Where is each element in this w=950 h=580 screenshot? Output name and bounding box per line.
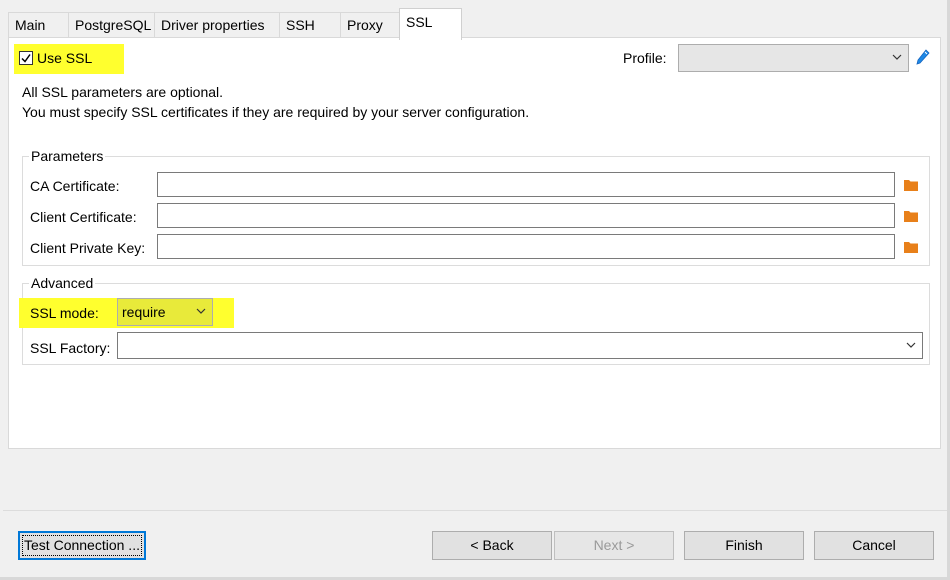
parameters-title: Parameters bbox=[29, 148, 106, 164]
chevron-down-icon bbox=[892, 54, 902, 60]
tab-driver-properties[interactable]: Driver properties bbox=[154, 12, 280, 39]
ca-certificate-label: CA Certificate: bbox=[30, 178, 120, 194]
finish-label: Finish bbox=[725, 537, 763, 553]
tab-driver-properties-label: Driver properties bbox=[161, 17, 265, 33]
ca-certificate-input[interactable] bbox=[157, 172, 895, 197]
ssl-mode-label: SSL mode: bbox=[30, 305, 99, 321]
finish-button[interactable]: Finish bbox=[684, 531, 804, 560]
next-label: Next > bbox=[593, 537, 635, 553]
advanced-title: Advanced bbox=[29, 275, 96, 291]
pencil-icon[interactable] bbox=[915, 48, 931, 66]
chevron-down-icon bbox=[906, 342, 916, 348]
use-ssl-checkbox[interactable] bbox=[19, 51, 33, 65]
ssl-factory-label: SSL Factory: bbox=[30, 340, 111, 356]
profile-combo[interactable] bbox=[678, 44, 909, 72]
back-label: < Back bbox=[470, 537, 514, 553]
advanced-group: Advanced SSL mode: require SSL Factory: bbox=[19, 275, 930, 365]
button-bar-separator bbox=[3, 510, 947, 511]
ssl-mode-select[interactable]: require bbox=[117, 298, 213, 326]
back-button[interactable]: < Back bbox=[432, 531, 552, 560]
tab-proxy[interactable]: Proxy bbox=[340, 12, 400, 39]
ssl-mode-value: require bbox=[122, 304, 166, 320]
tab-proxy-label: Proxy bbox=[347, 17, 383, 33]
client-certificate-label: Client Certificate: bbox=[30, 209, 137, 225]
tab-postgresql-label: PostgreSQL bbox=[75, 17, 152, 33]
client-private-key-input[interactable] bbox=[157, 234, 895, 259]
next-button[interactable]: Next > bbox=[554, 531, 674, 560]
focus-ring bbox=[22, 535, 142, 556]
ssl-panel: Use SSL Profile: All SSL parameters are … bbox=[8, 37, 941, 449]
tab-main-label: Main bbox=[15, 17, 46, 33]
cancel-button[interactable]: Cancel bbox=[814, 531, 934, 560]
test-connection-button[interactable]: Test Connection ... bbox=[18, 531, 146, 560]
chevron-down-icon bbox=[196, 308, 206, 314]
tab-postgresql[interactable]: PostgreSQL bbox=[68, 12, 155, 39]
tab-main[interactable]: Main bbox=[8, 12, 69, 39]
client-private-key-label: Client Private Key: bbox=[30, 240, 146, 256]
folder-icon[interactable] bbox=[903, 240, 919, 254]
use-ssl-label: Use SSL bbox=[37, 50, 93, 66]
parameters-group: Parameters CA Certificate: Client Certif… bbox=[22, 148, 930, 266]
profile-label: Profile: bbox=[623, 50, 667, 66]
folder-icon[interactable] bbox=[903, 178, 919, 192]
tab-ssh[interactable]: SSH bbox=[279, 12, 341, 39]
client-certificate-input[interactable] bbox=[157, 203, 895, 228]
cancel-label: Cancel bbox=[852, 537, 896, 553]
tab-ssh-label: SSH bbox=[286, 17, 315, 33]
info-line-1: All SSL parameters are optional. bbox=[22, 84, 224, 100]
ssl-factory-select[interactable] bbox=[117, 332, 923, 359]
tab-ssl[interactable]: SSL bbox=[399, 8, 462, 40]
folder-icon[interactable] bbox=[903, 209, 919, 223]
tab-ssl-label: SSL bbox=[406, 14, 433, 30]
info-line-2: You must specify SSL certificates if the… bbox=[22, 104, 530, 120]
checkmark-icon bbox=[21, 54, 31, 63]
